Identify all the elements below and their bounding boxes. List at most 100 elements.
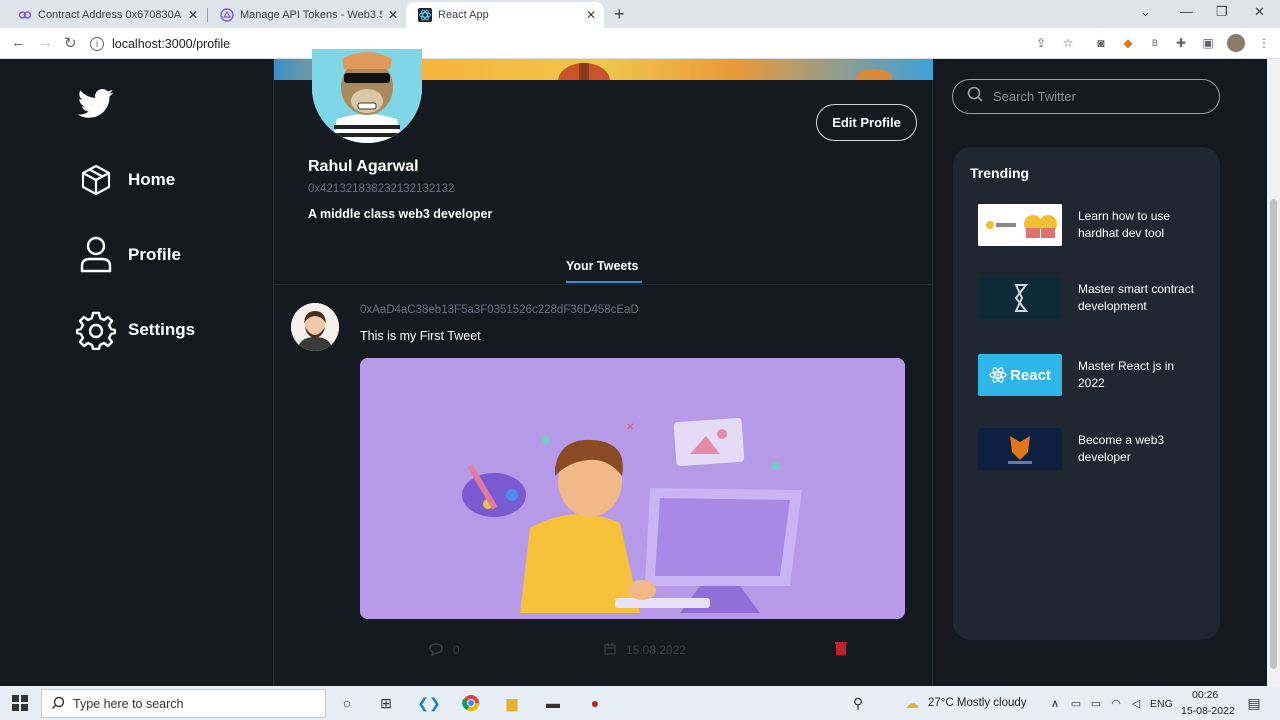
camera-extension-icon[interactable]: ◙ (1094, 36, 1108, 50)
info-icon[interactable]: i (90, 36, 104, 51)
scrollbar-thumb[interactable] (1270, 199, 1277, 669)
bookmark-star-icon[interactable]: ☆ (1061, 36, 1075, 50)
main-feed: Edit Profile Rahul Agarwal 0x42132183823… (273, 49, 933, 686)
search-input[interactable] (993, 89, 1193, 104)
url-text: localhost:3000/profile (112, 36, 231, 51)
notifications-icon[interactable]: ▤ (1244, 693, 1264, 713)
url-field[interactable]: i localhost:3000/profile (90, 32, 1090, 55)
link-icon (18, 8, 32, 22)
volume-icon[interactable]: ◁ (1126, 693, 1146, 713)
twitter-logo-icon[interactable] (77, 89, 114, 124)
people-icon[interactable]: ⚲ (848, 693, 868, 713)
active-tab-indicator (566, 281, 642, 283)
react-thumb-label: React (1010, 366, 1051, 384)
file-explorer-icon[interactable]: ▆ (502, 693, 522, 713)
trend-text: Master smart contract development (1078, 282, 1195, 313)
menu-kebab-icon[interactable]: ⋮ (1257, 36, 1271, 50)
react-logo-icon (989, 367, 1007, 383)
tweet-author-address: 0xAaD4aC38eb13F5a3F0351526c228dF36D458cE… (360, 304, 639, 316)
tweet-text: This is my First Tweet (360, 329, 481, 343)
weather-icon: ☁ (905, 694, 919, 711)
task-view-icon[interactable]: ⊞ (376, 693, 396, 713)
maximize-button[interactable]: ❐ (1216, 4, 1228, 20)
recorder-icon[interactable]: ● (585, 693, 605, 713)
reload-button[interactable]: ↻ (64, 34, 77, 52)
trend-item[interactable]: React Master React js in 2022 (978, 354, 1208, 396)
browser-tab-contract[interactable]: Contract Address 0x670830A31F ✕ (6, 2, 206, 28)
profile-wallet-address: 0x42132183823213213213​2 (308, 183, 455, 195)
tweet-date: 15.08.2022 (626, 643, 687, 657)
edit-profile-button[interactable]: Edit Profile (816, 104, 917, 141)
page-scrollbar[interactable] (1267, 59, 1280, 686)
clock-time[interactable]: 00:26 (1192, 689, 1218, 701)
share-icon[interactable]: ⇪ (1034, 36, 1048, 50)
gear-icon (76, 310, 116, 350)
search-icon (967, 86, 983, 107)
profile-avatar-icon[interactable] (1227, 34, 1245, 52)
weather-text[interactable]: 27°C Mostly cloudy (928, 697, 1027, 709)
terminal-icon[interactable]: ▬ (543, 693, 563, 713)
trending-title: Trending (970, 165, 1030, 181)
b-extension-icon[interactable]: B (1148, 36, 1162, 50)
hardhat-thumbnail (978, 204, 1062, 246)
clock-date[interactable]: 15-08-2022 (1181, 705, 1235, 717)
comment-icon[interactable] (429, 643, 443, 659)
sidebar-item-profile[interactable]: Profile (76, 235, 181, 275)
metamask-thumbnail (978, 428, 1062, 470)
sidebar-item-label: Profile (128, 245, 181, 264)
trend-text: Learn how to use hardhat dev tool (1078, 209, 1171, 240)
new-tab-button[interactable]: + (614, 4, 625, 25)
forward-button[interactable]: → (38, 34, 53, 51)
windows-taskbar: Type here to search ○ ⊞ ❮❯ ▆ ▬ ● ⚲ ☁ 27°… (0, 686, 1280, 720)
extensions-puzzle-icon[interactable]: ✚ (1174, 36, 1188, 50)
wifi-icon[interactable]: ◠ (1106, 693, 1126, 713)
close-tab-icon[interactable]: ✕ (388, 8, 398, 22)
profile-tabs: Your Tweets (274, 249, 933, 285)
user-icon (76, 235, 116, 275)
address-bar-row: ← → ↻ i localhost:3000/profile ⇪ ☆ ◙ ◆ B… (0, 28, 1280, 59)
profile-bio: A middle class web3 developer (308, 207, 493, 221)
show-hidden-icons-chevron[interactable]: ∧ (1045, 693, 1065, 713)
search-box[interactable] (952, 79, 1220, 114)
tab-label: Manage API Tokens - Web3.Stora (240, 9, 382, 21)
cortana-icon[interactable]: ○ (337, 693, 357, 713)
close-tab-icon[interactable]: ✕ (188, 8, 198, 22)
chrome-icon[interactable] (461, 693, 481, 713)
close-window-button[interactable]: ✕ (1254, 4, 1265, 20)
web3-storage-icon (220, 8, 234, 22)
profile-name: Rahul Agarwal (308, 158, 419, 175)
network-icon[interactable]: ▭ (1066, 693, 1086, 713)
like-count: 0 (453, 643, 460, 657)
browser-tab-bar: Contract Address 0x670830A31F ✕ Manage A… (0, 0, 1280, 28)
react-thumbnail: React (978, 354, 1062, 396)
browser-tab-api-tokens[interactable]: Manage API Tokens - Web3.Stora ✕ (208, 2, 406, 28)
tab-your-tweets[interactable]: Your Tweets (566, 259, 638, 273)
language-indicator[interactable]: ENG (1150, 698, 1173, 710)
tab-label: Contract Address 0x670830A31F (38, 9, 182, 21)
sidebar-item-label: Settings (128, 320, 196, 339)
sidebar-item-label: Home (128, 170, 176, 189)
back-button[interactable]: ← (11, 34, 26, 51)
battery-icon[interactable]: ▭ (1086, 693, 1106, 713)
side-panel-icon[interactable]: ▣ (1201, 36, 1215, 50)
sidebar-item-settings[interactable]: Settings (76, 310, 195, 350)
tab-search-chevron-icon[interactable]: ⌄ (1140, 4, 1151, 20)
trend-text: Become a web3 developer (1078, 433, 1165, 464)
windows-start-icon[interactable] (10, 693, 30, 713)
calendar-icon (604, 643, 616, 658)
vscode-icon[interactable]: ❮❯ (417, 693, 440, 713)
minimize-button[interactable]: — (1180, 4, 1193, 19)
delete-icon[interactable] (835, 641, 847, 658)
tweet-image[interactable]: ✕ (360, 358, 905, 619)
trend-text: Master React js in 2022 (1078, 359, 1175, 390)
metamask-extension-icon[interactable]: ◆ (1121, 36, 1135, 50)
trend-item[interactable]: Learn how to use hardhat dev tool (978, 204, 1208, 246)
sidebar-item-home[interactable]: Home (76, 160, 175, 200)
trend-item[interactable]: Master smart contract development (978, 277, 1208, 319)
tab-label: React App (438, 9, 489, 21)
trend-item[interactable]: Become a web3 developer (978, 428, 1208, 470)
close-tab-icon[interactable]: ✕ (586, 8, 596, 22)
cube-icon (76, 160, 116, 200)
taskbar-search[interactable]: Type here to search (41, 689, 326, 718)
browser-tab-react-app[interactable]: React App ✕ (406, 2, 604, 28)
